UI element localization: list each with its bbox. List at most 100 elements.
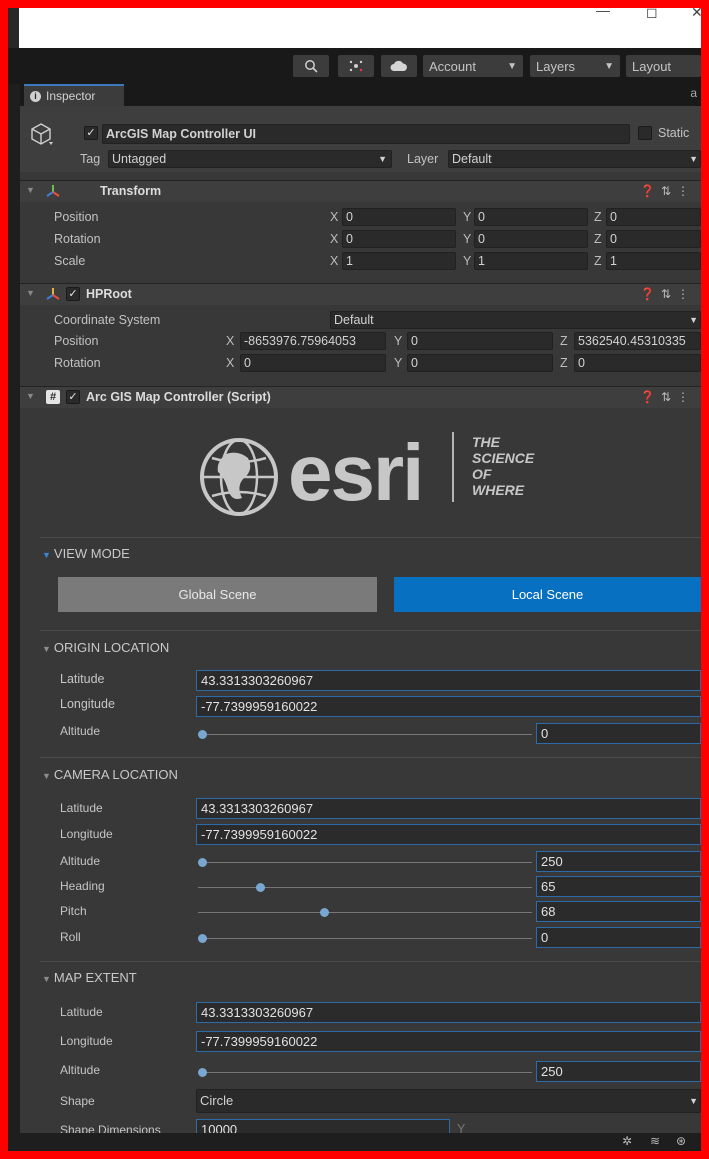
rotation-x-field[interactable]: 0 [342, 230, 456, 248]
origin-altitude-slider-knob[interactable] [198, 730, 207, 739]
minimize-icon[interactable]: — [596, 8, 610, 18]
object-name-field[interactable]: ArcGIS Map Controller UI [102, 124, 630, 144]
extent-latitude-field[interactable]: 43.3313303260967 [196, 1002, 701, 1023]
chevron-down-icon: ▼ [689, 1096, 698, 1106]
tab-inspector[interactable]: i Inspector [24, 84, 124, 106]
origin-latitude-field[interactable]: 43.3313303260967 [196, 670, 701, 691]
extent-longitude-label: Longitude [60, 1034, 113, 1048]
layer-dropdown[interactable]: Default ▼ [448, 150, 701, 168]
hp-rotation-y-field[interactable]: 0 [407, 354, 553, 372]
origin-longitude-field[interactable]: -77.7399959160022 [196, 696, 701, 717]
camera-altitude-slider-track[interactable] [202, 862, 532, 863]
camera-pitch-field[interactable]: 68 [536, 901, 701, 922]
y-axis-label: Y [463, 232, 472, 246]
position-label: Position [54, 210, 99, 224]
component-menu-icons[interactable]: ❓⇅⋮ [640, 390, 695, 404]
scale-y-field[interactable]: 1 [474, 252, 588, 270]
camera-roll-slider-track[interactable] [202, 938, 532, 939]
active-checkbox[interactable]: ✓ [84, 126, 98, 140]
camera-latitude-field[interactable]: 43.3313303260967 [196, 798, 701, 819]
extent-shape-label: Shape [60, 1094, 95, 1108]
chevron-down-icon: ▼ [689, 315, 698, 325]
y-axis-label: Y [394, 334, 403, 348]
tag-value: Untagged [112, 152, 167, 166]
account-dropdown[interactable]: Account ▼ [423, 55, 523, 77]
camera-pitch-slider-track[interactable] [198, 912, 532, 913]
global-scene-button[interactable]: Global Scene [58, 577, 377, 612]
layout-dropdown[interactable]: Layout [626, 55, 701, 77]
origin-altitude-field[interactable]: 0 [536, 723, 701, 744]
gameobject-cube-icon[interactable] [30, 122, 56, 148]
bug-icon[interactable]: ✲ [622, 1134, 632, 1148]
extent-shape-dropdown[interactable]: Circle ▼ [196, 1089, 701, 1113]
camera-roll-field[interactable]: 0 [536, 927, 701, 948]
tagline-line: OF [472, 466, 492, 482]
camera-location-section[interactable]: ▼ CAMERA LOCATION [42, 767, 178, 782]
z-axis-label: Z [560, 356, 568, 370]
component-menu-icons[interactable]: ❓⇅⋮ [640, 287, 695, 301]
rotation-z-field[interactable]: 0 [606, 230, 701, 248]
camera-heading-field[interactable]: 65 [536, 876, 701, 897]
hp-rotation-z-field[interactable]: 0 [574, 354, 701, 372]
static-checkbox[interactable] [638, 126, 652, 140]
hp-position-x-field[interactable]: -8653976.75964053 [240, 332, 386, 350]
camera-heading-slider-knob[interactable] [256, 883, 265, 892]
extent-altitude-slider-track[interactable] [202, 1072, 532, 1073]
search-button[interactable] [293, 55, 329, 77]
divider [40, 961, 701, 962]
rotation-y-field[interactable]: 0 [474, 230, 588, 248]
camera-roll-slider-knob[interactable] [198, 934, 207, 943]
hp-rotation-x-field[interactable]: 0 [240, 354, 386, 372]
camera-heading-slider-track[interactable] [198, 887, 532, 888]
camera-longitude-field[interactable]: -77.7399959160022 [196, 824, 701, 845]
restore-icon[interactable]: ◻ [646, 8, 658, 21]
chevron-down-icon: ▼ [604, 60, 614, 72]
scale-z-field[interactable]: 1 [606, 252, 701, 270]
map-extent-section[interactable]: ▼ MAP EXTENT [42, 970, 137, 985]
origin-location-section[interactable]: ▼ ORIGIN LOCATION [42, 640, 169, 655]
hproot-enabled-checkbox[interactable]: ✓ [66, 287, 80, 301]
camera-altitude-slider-knob[interactable] [198, 858, 207, 867]
origin-altitude-slider-track[interactable] [202, 734, 532, 735]
local-scene-button[interactable]: Local Scene [394, 577, 701, 612]
debug-icon[interactable]: ⊛ [676, 1134, 686, 1148]
extent-altitude-slider-knob[interactable] [198, 1068, 207, 1077]
script-header[interactable]: ▼ # ✓ Arc GIS Map Controller (Script) ❓⇅… [20, 386, 701, 408]
hproot-title: HPRoot [86, 287, 132, 301]
extent-altitude-label: Altitude [60, 1063, 101, 1077]
fold-triangle-icon[interactable]: ▼ [26, 185, 35, 195]
fold-triangle-icon: ▼ [42, 771, 51, 781]
camera-pitch-slider-knob[interactable] [320, 908, 329, 917]
scale-x-field[interactable]: 1 [342, 252, 456, 270]
view-mode-section[interactable]: ▼ VIEW MODE [42, 546, 130, 561]
camera-altitude-field[interactable]: 250 [536, 851, 701, 872]
close-icon[interactable]: ✕ [691, 8, 701, 21]
extent-altitude-field[interactable]: 250 [536, 1061, 701, 1082]
transform-header[interactable]: ▼ Transform ❓⇅⋮ [20, 180, 701, 202]
component-menu-icons[interactable]: ❓⇅⋮ [640, 184, 695, 198]
fold-triangle-icon[interactable]: ▼ [26, 391, 35, 401]
hproot-header[interactable]: ▼ ✓ HPRoot ❓⇅⋮ [20, 283, 701, 305]
cloud-button[interactable] [381, 55, 417, 77]
position-z-field[interactable]: 0 [606, 208, 701, 226]
layer-value: Default [452, 152, 492, 166]
hp-position-y-field[interactable]: 0 [407, 332, 553, 350]
script-enabled-checkbox[interactable]: ✓ [66, 390, 80, 404]
extent-dims-x-field[interactable]: 10000 [196, 1119, 450, 1133]
view-mode-title: VIEW MODE [53, 546, 130, 561]
extent-longitude-field[interactable]: -77.7399959160022 [196, 1031, 701, 1052]
tag-dropdown[interactable]: Untagged ▼ [108, 150, 392, 168]
position-x-field[interactable]: 0 [342, 208, 456, 226]
lock-icon[interactable]: a [690, 86, 697, 100]
layers-stack-icon[interactable]: ≋ [650, 1134, 660, 1148]
left-panel-edge [8, 84, 20, 1151]
fold-triangle-icon[interactable]: ▼ [26, 288, 35, 298]
layers-dropdown[interactable]: Layers ▼ [530, 55, 620, 77]
hp-position-z-field[interactable]: 5362540.45310335 [574, 332, 701, 350]
fold-triangle-icon: ▼ [42, 550, 51, 560]
collab-button[interactable] [338, 55, 374, 77]
tagline-line: SCIENCE [472, 450, 535, 466]
position-y-field[interactable]: 0 [474, 208, 588, 226]
coordinate-system-dropdown[interactable]: Default ▼ [330, 311, 701, 329]
tab-inspector-label: Inspector [46, 89, 96, 103]
